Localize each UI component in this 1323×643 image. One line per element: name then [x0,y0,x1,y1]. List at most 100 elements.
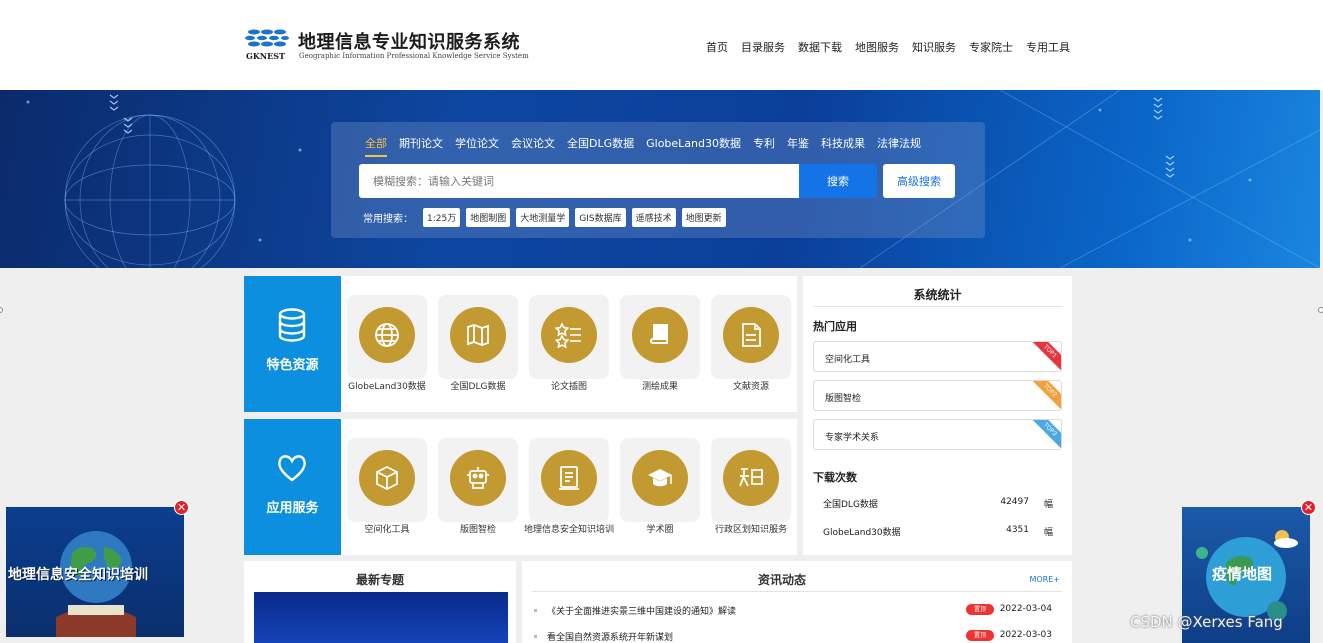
divider [813,306,1063,307]
tab-journal[interactable]: 期刊论文 [399,135,443,157]
downloads-title: 下载次数 [813,471,857,484]
map-icon [467,324,489,346]
tab-globeland30[interactable]: GlobeLand30数据 [646,135,741,157]
news-more-link[interactable]: MORE+ [1029,575,1060,584]
topics-title: 最新专题 [355,573,404,587]
services-label: 应用服务 [244,419,341,555]
search-tabs: 全部 期刊论文 学位论文 会议论文 全国DLG数据 GlobeLand30数据 … [365,135,921,157]
card-circle [359,307,415,363]
float-ad-training-text: 地理信息安全知识培训 [8,567,148,583]
card-circle [450,307,506,363]
card-figures[interactable]: 论文插图 [529,295,609,407]
advanced-search-button[interactable]: 高级搜索 [883,164,955,198]
pinned-badge: 置顶 [966,604,994,615]
card-globeland30[interactable]: GlobeLand30数据 [347,295,427,407]
news-date: 2022-03-03 [999,630,1052,640]
system-stats: 系统统计 热门应用 空间化工具 TOP1 版图智检 TOP2 专家学术关系 TO… [803,276,1072,555]
card-label: 空间化工具 [364,525,410,535]
tab-law[interactable]: 法律法规 [877,135,921,157]
download-row: GlobeLand30数据 4351 幅 [823,525,1053,538]
cube-icon [376,465,398,491]
card-label: GlobeLand30数据 [348,382,426,392]
tab-all[interactable]: 全部 [365,135,387,157]
hot-tag[interactable]: 地图制图 [466,208,511,227]
card-label: 学术圈 [646,525,674,535]
hot-tag[interactable]: 1:25万 [423,208,461,227]
site-title: 地理信息专业知识服务系统 [298,32,520,53]
tab-dlg[interactable]: 全国DLG数据 [567,135,634,157]
latest-topics: 最新专题 [244,561,516,643]
card-label: 论文插图 [550,382,587,392]
card-circle [450,450,506,506]
hot-tag[interactable]: 地图更新 [681,208,726,227]
card-surveying[interactable]: 测绘成果 [620,295,700,407]
card-dlg[interactable]: 全国DLG数据 [438,295,518,407]
hot-tag[interactable]: 遥感技术 [631,208,676,227]
site-header: GKNEST 地理信息专业知识服务系统 Geographic Informati… [0,0,1323,90]
nav-download[interactable]: 数据下载 [798,39,842,55]
download-count: 42497 [1000,497,1029,507]
card-literature[interactable]: 文献资源 [711,295,791,407]
logo-icon[interactable]: GKNEST [244,26,290,62]
carousel-handle-right[interactable] [1318,307,1323,313]
search-banner: 全部 期刊论文 学位论文 会议论文 全国DLG数据 GlobeLand30数据 … [0,90,1320,268]
tab-achievements[interactable]: 科技成果 [821,135,865,157]
hot-app-item[interactable]: 专家学术关系 TOP3 [813,419,1062,450]
card-academic-circle[interactable]: 学术圈 [620,438,700,550]
tab-yearbook[interactable]: 年鉴 [787,135,809,157]
topic-image[interactable] [254,592,508,643]
hot-tag[interactable]: 大地测量学 [516,208,570,227]
rank-ribbon: TOP3 [1029,420,1061,449]
tab-patent[interactable]: 专利 [753,135,775,157]
news-date: 2022-03-04 [999,604,1052,614]
carousel-handle-left[interactable] [0,307,3,313]
news-item[interactable]: 看全国自然资源系统开年新谋划 置顶 2022-03-03 [534,630,1062,643]
search-panel: 全部 期刊论文 学位论文 会议论文 全国DLG数据 GlobeLand30数据 … [331,122,985,238]
tab-thesis[interactable]: 学位论文 [455,135,499,157]
card-label: 版图智检 [459,525,496,535]
featured-label: 特色资源 [244,276,341,412]
globe-icon [375,323,399,347]
rank-ribbon: TOP1 [1029,342,1061,371]
card-label: 地理信息安全知识培训 [523,525,614,535]
download-name: 全国DLG数据 [823,500,878,510]
nav-home[interactable]: 首页 [706,39,728,55]
download-unit: 幅 [1043,528,1053,538]
hot-tag[interactable]: GIS数据库 [575,208,626,227]
card-security-training[interactable]: 地理信息安全知识培训 [524,438,614,550]
hot-searches: 常用搜索： 1:25万 地图制图 大地测量学 GIS数据库 遥感技术 地图更新 [363,208,726,227]
card-circle [632,450,688,506]
hot-app-item[interactable]: 版图智检 TOP2 [813,380,1062,411]
robot-icon [467,467,489,489]
card-map-check[interactable]: 版图智检 [438,438,518,550]
pinned-badge: 置顶 [966,630,994,641]
close-float-left-button[interactable]: ✕ [174,500,189,515]
nav-experts[interactable]: 专家院士 [969,39,1013,55]
hot-search-label: 常用搜索： [363,214,413,225]
search-input[interactable] [359,164,799,198]
bullet [534,635,537,638]
site-subtitle: Geographic Information Professional Know… [299,52,529,60]
logo-mark-text: GKNEST [246,51,285,61]
float-ad-training[interactable]: 地理信息安全知识培训 [6,507,184,637]
search-button[interactable]: 搜索 [799,164,877,198]
nav-tools[interactable]: 专用工具 [1026,39,1070,55]
card-label: 全国DLG数据 [450,382,506,392]
nav-map[interactable]: 地图服务 [855,39,899,55]
card-admin-division[interactable]: 行政区划知识服务 [711,438,791,550]
application-services: 应用服务 空间化工具 版图智检 地理信息安全知识培训 学术圈 行政区划知识服务 [244,419,797,555]
nav-knowledge[interactable]: 知识服务 [912,39,956,55]
card-spatial-tool[interactable]: 空间化工具 [347,438,427,550]
training-icon [559,466,579,490]
news-item[interactable]: 《关于全面推进实景三维中国建设的通知》解读 置顶 2022-03-04 [534,604,1062,618]
knowledge-icon [739,468,763,487]
download-row: 全国DLG数据 42497 幅 [823,497,1053,510]
tab-conference[interactable]: 会议论文 [511,135,555,157]
hot-app-item[interactable]: 空间化工具 TOP1 [813,341,1062,372]
rank-ribbon: TOP2 [1029,381,1061,410]
nav-catalog[interactable]: 目录服务 [741,39,785,55]
close-float-right-button[interactable]: ✕ [1301,500,1316,515]
card-label: 文献资源 [732,382,769,392]
database-icon [278,308,306,342]
heart-icon [278,455,306,482]
